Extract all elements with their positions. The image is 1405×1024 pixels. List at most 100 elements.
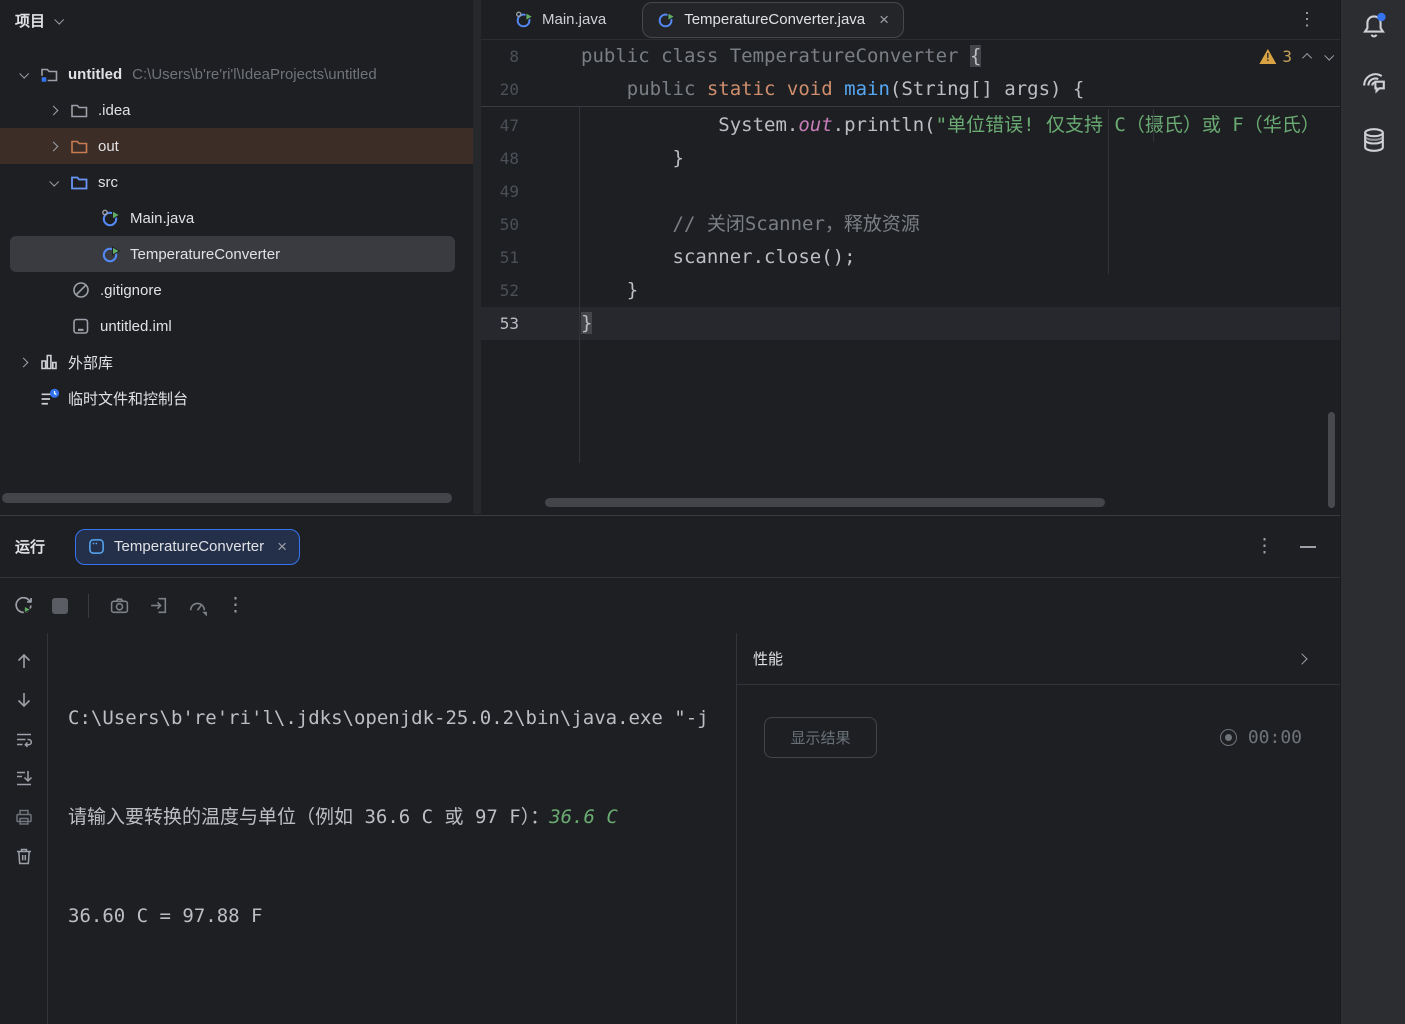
tree-item-untitled-root[interactable]: untitled C:\Users\b're'ri'l\IdeaProjects… [0, 56, 473, 92]
java-main-class-icon [515, 10, 534, 29]
toolbar-separator [88, 594, 89, 618]
rerun-icon[interactable] [13, 595, 34, 616]
tree-item-src-folder[interactable]: src [0, 164, 473, 200]
tree-item-scratches[interactable]: 临时文件和控制台 [0, 380, 473, 416]
run-options-kebab-icon[interactable]: ⋮ [1255, 535, 1274, 558]
code-line-52[interactable]: 52 } [481, 274, 1340, 307]
code-line-53-current[interactable]: 53 } [481, 307, 1340, 340]
editor-vertical-scrollbar[interactable] [1328, 412, 1335, 508]
database-icon[interactable] [1341, 118, 1405, 162]
code-line-47[interactable]: 47 System.out.println("单位错误! 仅支持 C（摄氏）或 … [481, 109, 1340, 142]
project-folder-icon [38, 64, 60, 84]
profiling-timer: 00:00 [1220, 727, 1302, 748]
run-tab-temperature-converter[interactable]: TemperatureConverter × [75, 529, 300, 565]
run-tool-window: 运行 TemperatureConverter × ⋮ [0, 515, 1340, 1024]
tree-item-idea-folder[interactable]: .idea [0, 92, 473, 128]
console-line-command: C:\Users\b're'ri'l\.jdks\openjdk-25.0.2\… [68, 702, 736, 735]
sticky-line-8[interactable]: 8 public class TemperatureConverter { [481, 40, 1340, 73]
run-toolbar: ⋮ [0, 578, 1340, 633]
code-viewport[interactable]: 47 System.out.println("单位错误! 仅支持 C（摄氏）或 … [481, 107, 1340, 475]
print-icon[interactable] [14, 807, 34, 827]
performance-header[interactable]: 性能 [737, 633, 1340, 685]
source-folder-icon [68, 172, 90, 192]
warning-icon[interactable]: ! [1259, 49, 1276, 64]
sticky-lines: 8 public class TemperatureConverter { 20… [481, 40, 1340, 107]
tab-temperature-converter-java[interactable]: TemperatureConverter.java × [642, 2, 904, 38]
sticky-line-20[interactable]: 20 public static void main(String[] args… [481, 73, 1340, 106]
close-icon[interactable]: × [879, 10, 889, 30]
hide-panel-icon[interactable] [1300, 546, 1316, 548]
ai-assistant-chat-icon[interactable] [1341, 60, 1405, 104]
performance-title: 性能 [753, 648, 783, 669]
chevron-down-icon [49, 176, 59, 186]
run-configuration-icon [88, 538, 105, 555]
chevron-right-icon [48, 105, 58, 115]
notifications-bell-icon[interactable] [1341, 4, 1405, 48]
editor-horizontal-scrollbar[interactable] [545, 498, 1105, 507]
console-line-blank [68, 999, 736, 1024]
module-file-icon [70, 316, 92, 336]
tab-label: Main.java [542, 11, 606, 28]
tab-label: TemperatureConverter.java [684, 11, 865, 28]
right-tool-stripe [1340, 0, 1405, 1024]
project-horizontal-scrollbar[interactable] [2, 493, 452, 503]
code-line-51[interactable]: 51 scanner.close(); [481, 241, 1340, 274]
ignore-file-icon [70, 280, 92, 300]
tree-item-gitignore[interactable]: .gitignore [0, 272, 473, 308]
code-line-50[interactable]: 50 // 关闭Scanner，释放资源 [481, 208, 1340, 241]
console-line-prompt: 请输入要转换的温度与单位（例如 36.6 C 或 97 F）：36.6 C [68, 801, 736, 834]
panel-splitter[interactable] [473, 0, 481, 514]
inspection-widget: ! 3 [1259, 40, 1332, 73]
editor-tab-bar: Main.java TemperatureConverter.java × ⋮ [481, 0, 1340, 40]
editor-options-kebab-icon[interactable]: ⋮ [1298, 9, 1316, 30]
tree-item-temperature-converter[interactable]: TemperatureConverter [10, 236, 455, 272]
tab-main-java[interactable]: Main.java [509, 10, 612, 29]
line-number: 20 [481, 73, 579, 106]
tree-item-out-folder[interactable]: out [0, 128, 473, 164]
attach-console-icon[interactable] [148, 595, 169, 616]
show-results-button[interactable]: 显示结果 [764, 717, 877, 758]
tree-item-label: Main.java [130, 210, 194, 227]
stop-icon[interactable] [52, 598, 68, 614]
warning-count: 3 [1282, 47, 1292, 66]
clear-console-trash-icon[interactable] [14, 846, 34, 866]
tree-item-main-java[interactable]: Main.java [0, 200, 473, 236]
run-panel-title: 运行 [15, 536, 45, 557]
scroll-to-end-icon[interactable] [14, 768, 34, 788]
code-line-49[interactable]: 49 [481, 175, 1340, 208]
close-icon[interactable]: × [277, 537, 287, 557]
project-panel-header[interactable]: 项目 [0, 0, 473, 40]
scroll-up-icon[interactable] [14, 651, 34, 671]
tree-item-label: 临时文件和控制台 [68, 388, 188, 409]
tree-item-label: untitled.iml [100, 318, 172, 335]
project-tool-window: 项目 untitled C:\Users\b're'ri'l\IdeaProje… [0, 0, 473, 514]
java-class-icon [657, 10, 676, 29]
chevron-right-icon [48, 141, 58, 151]
excluded-folder-icon [68, 136, 90, 156]
tree-item-label: .idea [98, 102, 131, 119]
console-line-result: 36.60 C = 97.88 F [68, 900, 736, 933]
console-output[interactable]: C:\Users\b're'ri'l\.jdks\openjdk-25.0.2\… [68, 636, 736, 1024]
indent-guide [1153, 109, 1154, 142]
line-number: 8 [481, 40, 579, 73]
user-input-text: 36.6 C [549, 806, 618, 828]
tree-item-label: TemperatureConverter [130, 246, 280, 263]
previous-warning-icon[interactable] [1302, 53, 1312, 63]
console-area: C:\Users\b're'ri'l\.jdks\openjdk-25.0.2\… [0, 633, 736, 1024]
record-icon [1220, 729, 1237, 746]
gutter-separator [579, 107, 580, 463]
tree-item-label: .gitignore [100, 282, 162, 299]
code-line-48[interactable]: 48 } [481, 142, 1340, 175]
tree-item-label: 外部库 [68, 352, 113, 373]
scratches-icon [38, 388, 60, 409]
tree-item-external-libraries[interactable]: 外部库 [0, 344, 473, 380]
scroll-down-icon[interactable] [14, 690, 34, 710]
indent-guide [1108, 109, 1109, 274]
toolbar-kebab-icon[interactable]: ⋮ [226, 594, 245, 617]
screenshot-icon[interactable] [109, 595, 130, 616]
tree-item-label: src [98, 174, 118, 191]
tree-item-untitled-iml[interactable]: untitled.iml [0, 308, 473, 344]
intellij-window: 项目 untitled C:\Users\b're'ri'l\IdeaProje… [0, 0, 1405, 1024]
profiler-gauge-icon[interactable] [187, 595, 208, 616]
soft-wrap-icon[interactable] [14, 729, 34, 749]
